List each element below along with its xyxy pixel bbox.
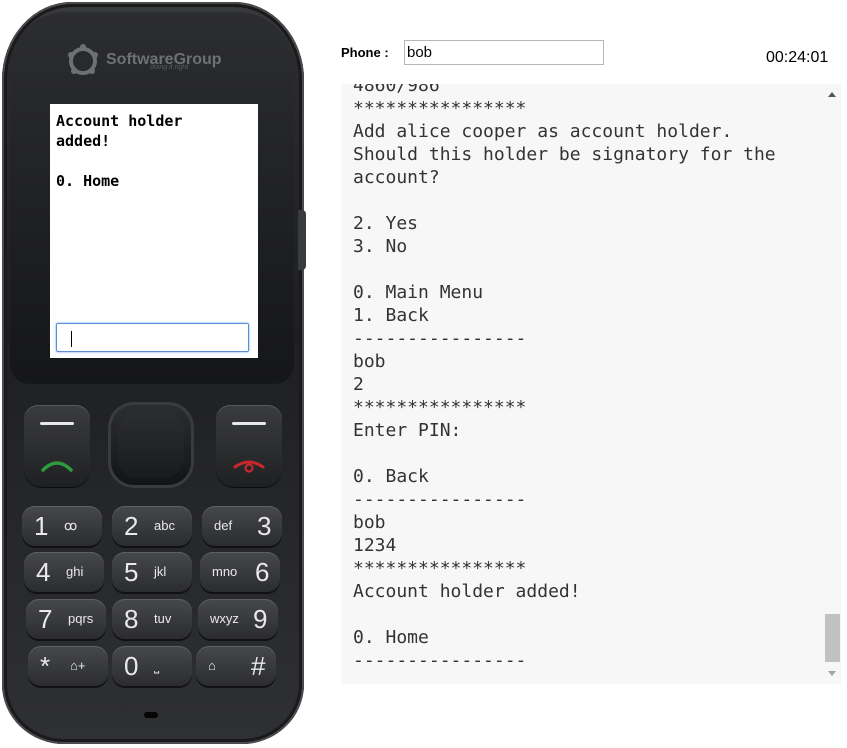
key-star-letters: ⌂+ <box>70 658 86 673</box>
key-2-letters: abc <box>154 518 175 533</box>
screen-message: Account holder added! 0. Home <box>56 112 183 190</box>
volume-side-button[interactable] <box>298 210 306 270</box>
key-8[interactable]: 8 tuv <box>112 599 192 639</box>
key-2[interactable]: 2 abc <box>112 506 192 546</box>
brand: SoftwareGroup <box>66 40 222 80</box>
end-call-icon <box>233 460 265 473</box>
phone-number-input[interactable] <box>404 40 604 65</box>
key-6-number: 6 <box>255 557 270 587</box>
key-0[interactable]: 0 ⎵ <box>112 646 192 686</box>
key-3[interactable]: def 3 <box>202 506 282 546</box>
key-9-number: 9 <box>253 604 268 634</box>
ussd-reply-input[interactable] <box>56 323 249 352</box>
session-timer: 00:24:01 <box>766 49 829 66</box>
left-softkey-bar <box>40 422 74 425</box>
home-icon: ⌂ <box>208 658 216 673</box>
key-5[interactable]: 5 jkl <box>112 552 192 592</box>
right-softkey-bar <box>232 422 266 425</box>
key-7-letters: pqrs <box>68 611 94 626</box>
key-3-number: 3 <box>257 511 272 541</box>
key-4-number: 4 <box>36 557 51 587</box>
brand-tagline: doing it right <box>150 64 189 71</box>
session-log-text: 4860/986 **************** Add alice coop… <box>353 84 776 671</box>
call-key[interactable] <box>24 405 90 487</box>
navigation-key[interactable] <box>108 402 194 488</box>
scroll-thumb[interactable] <box>825 614 840 662</box>
scroll-up-arrow-icon[interactable] <box>828 92 836 97</box>
key-hash[interactable]: ⌂ # <box>196 646 276 686</box>
key-2-number: 2 <box>124 511 139 541</box>
end-call-key[interactable] <box>216 405 282 487</box>
key-7-number: 7 <box>38 604 53 634</box>
call-icon <box>41 461 73 472</box>
phone-device: SoftwareGroup doing it right Account hol… <box>0 0 310 748</box>
text-caret <box>71 331 72 347</box>
space-icon: ⎵ <box>154 658 160 673</box>
scroll-down-arrow-icon[interactable] <box>828 671 836 676</box>
key-1-number: 1 <box>34 511 49 541</box>
log-scrollbar[interactable] <box>824 84 841 684</box>
key-7[interactable]: 7 pqrs <box>26 599 106 639</box>
navigation-select-key[interactable] <box>118 412 184 478</box>
key-6[interactable]: mno 6 <box>200 552 280 592</box>
microphone-slot <box>144 712 158 718</box>
brand-logo-icon <box>68 44 98 75</box>
phone-number-label: Phone : <box>341 45 389 60</box>
phone-screen: Account holder added! 0. Home <box>50 104 258 358</box>
key-0-number: 0 <box>124 651 139 681</box>
key-8-letters: tuv <box>154 611 172 626</box>
key-star[interactable]: * ⌂+ <box>28 646 108 686</box>
key-9-letters: wxyz <box>210 611 239 626</box>
key-6-letters: mno <box>212 564 238 579</box>
key-9[interactable]: wxyz 9 <box>198 599 278 639</box>
session-log-panel[interactable]: 4860/986 **************** Add alice coop… <box>341 84 841 684</box>
key-4[interactable]: 4 ghi <box>24 552 104 592</box>
key-star-symbol: * <box>40 651 51 681</box>
key-5-letters: jkl <box>154 564 167 579</box>
key-3-letters: def <box>214 518 233 533</box>
voicemail-icon: ꝏ <box>64 518 78 533</box>
key-4-letters: ghi <box>66 564 84 579</box>
key-8-number: 8 <box>124 604 139 634</box>
key-hash-symbol: # <box>251 651 266 681</box>
key-1[interactable]: 1 ꝏ <box>22 506 102 546</box>
key-5-number: 5 <box>124 557 139 587</box>
